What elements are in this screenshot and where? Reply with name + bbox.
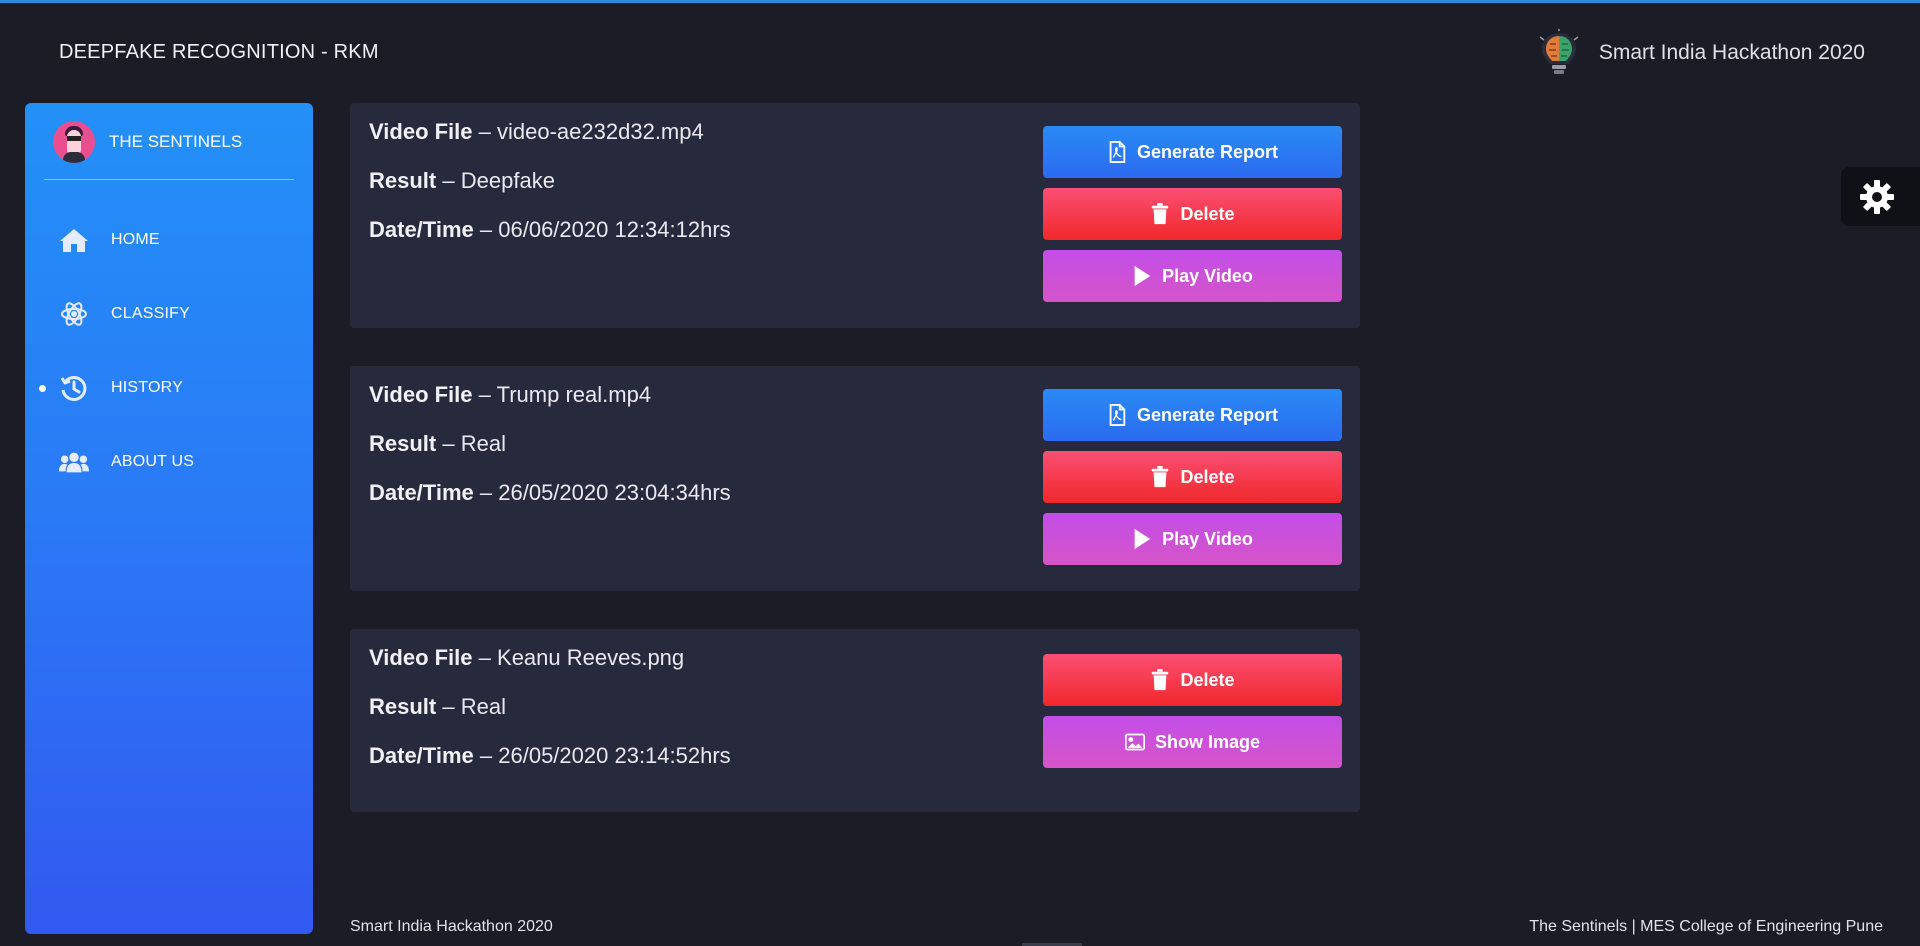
separator: – — [478, 119, 491, 144]
record-info: Video File – Trump real.mp4 Result – Rea… — [369, 382, 731, 529]
generate-report-button[interactable]: Generate Report — [1043, 389, 1342, 441]
sidebar-item-classify[interactable]: CLASSIFY — [25, 277, 313, 351]
top-navbar: DEEPFAKE RECOGNITION - RKM Smart India H… — [0, 3, 1920, 99]
button-label: Delete — [1180, 203, 1235, 224]
datetime-label: Date/Time — [369, 480, 474, 505]
users-icon — [59, 447, 89, 477]
record-actions: Delete Show Image — [1043, 654, 1342, 778]
datetime-line: Date/Time – 26/05/2020 23:14:52hrs — [369, 743, 731, 770]
video-file-label: Video File — [369, 382, 473, 407]
history-card: Video File – Keanu Reeves.png Result – R… — [350, 629, 1360, 812]
separator: – — [479, 480, 493, 505]
pdf-file-icon — [1109, 141, 1126, 163]
datetime-value: 26/05/2020 23:14:52hrs — [498, 743, 731, 768]
image-icon — [1124, 733, 1145, 751]
play-video-button[interactable]: Play Video — [1043, 250, 1342, 302]
hackathon-title: Smart India Hackathon 2020 — [1598, 41, 1865, 64]
video-file-value: Trump real.mp4 — [496, 382, 652, 407]
datetime-line: Date/Time – 06/06/2020 12:34:12hrs — [369, 217, 731, 244]
button-label: Play Video — [1162, 265, 1253, 286]
sidebar-item-label: ABOUT US — [111, 453, 195, 470]
delete-button[interactable]: Delete — [1043, 654, 1342, 706]
video-file-label: Video File — [369, 645, 473, 670]
result-label: Result — [369, 694, 437, 719]
hackathon-badge: Smart India Hackathon 2020 — [1537, 29, 1865, 77]
separator: – — [442, 431, 455, 456]
home-icon — [59, 225, 89, 255]
generate-report-button[interactable]: Generate Report — [1043, 126, 1342, 178]
button-label: Play Video — [1162, 528, 1253, 549]
result-label: Result — [369, 431, 437, 456]
separator: – — [442, 694, 455, 719]
play-icon — [1134, 265, 1151, 287]
result-label: Result — [369, 168, 437, 193]
button-label: Generate Report — [1136, 141, 1279, 162]
pdf-file-icon — [1109, 404, 1126, 426]
sidebar: THE SENTINELS HOME CLASSIFY HISTORY ABOU… — [25, 103, 313, 934]
datetime-line: Date/Time – 26/05/2020 23:04:34hrs — [369, 480, 731, 507]
footer-left-text: Smart India Hackathon 2020 — [350, 918, 553, 935]
video-file-label: Video File — [369, 119, 473, 144]
active-indicator-dot — [39, 384, 46, 392]
atom-icon — [59, 299, 89, 329]
brand-link[interactable]: DEEPFAKE RECOGNITION - RKM — [59, 41, 379, 64]
brain-bulb-icon — [1539, 29, 1579, 74]
trash-icon — [1152, 466, 1169, 488]
separator: – — [478, 382, 491, 407]
play-video-button[interactable]: Play Video — [1043, 513, 1342, 565]
sidebar-item-label: HOME — [111, 231, 160, 248]
result-value: Deepfake — [460, 168, 555, 193]
gear-icon — [1860, 179, 1894, 214]
footer-right-text: The Sentinels | MES College of Engineeri… — [1529, 918, 1883, 935]
record-actions: Generate Report Delete Play Video — [1043, 389, 1342, 575]
video-file-line: Video File – Trump real.mp4 — [369, 382, 731, 409]
trash-icon — [1152, 669, 1169, 691]
history-card: Video File – video-ae232d32.mp4 Result –… — [350, 103, 1360, 328]
sidebar-item-history[interactable]: HISTORY — [25, 351, 313, 425]
button-label: Show Image — [1154, 731, 1261, 752]
sidebar-item-label: HISTORY — [111, 379, 183, 396]
trash-icon — [1152, 203, 1169, 225]
sidebar-item-about-us[interactable]: ABOUT US — [25, 425, 313, 499]
separator: – — [479, 217, 493, 242]
record-info: Video File – video-ae232d32.mp4 Result –… — [369, 119, 731, 266]
button-label: Delete — [1180, 466, 1235, 487]
separator: – — [478, 645, 491, 670]
show-image-button[interactable]: Show Image — [1043, 716, 1342, 768]
sidebar-divider — [44, 179, 294, 180]
result-value: Real — [460, 694, 506, 719]
settings-toggle[interactable] — [1841, 167, 1920, 226]
video-file-value: Keanu Reeves.png — [497, 645, 685, 670]
record-actions: Generate Report Delete Play Video — [1043, 126, 1342, 312]
separator: – — [442, 168, 455, 193]
datetime-value: 26/05/2020 23:04:34hrs — [498, 480, 731, 505]
delete-button[interactable]: Delete — [1043, 451, 1342, 503]
delete-button[interactable]: Delete — [1043, 188, 1342, 240]
separator: – — [479, 743, 493, 768]
profile-name: THE SENTINELS — [109, 132, 243, 151]
result-line: Result – Real — [369, 431, 731, 458]
record-info: Video File – Keanu Reeves.png Result – R… — [369, 645, 731, 792]
play-icon — [1134, 528, 1151, 550]
history-card: Video File – Trump real.mp4 Result – Rea… — [350, 366, 1360, 591]
datetime-value: 06/06/2020 12:34:12hrs — [498, 217, 731, 242]
video-file-line: Video File – Keanu Reeves.png — [369, 645, 731, 672]
video-file-line: Video File – video-ae232d32.mp4 — [369, 119, 731, 146]
button-label: Generate Report — [1136, 404, 1279, 425]
result-line: Result – Deepfake — [369, 168, 731, 195]
sidebar-nav: HOME CLASSIFY HISTORY ABOUT US — [25, 203, 313, 499]
sidebar-profile[interactable]: THE SENTINELS — [53, 121, 242, 163]
result-value: Real — [460, 431, 506, 456]
datetime-label: Date/Time — [369, 743, 474, 768]
sidebar-item-home[interactable]: HOME — [25, 203, 313, 277]
sidebar-item-label: CLASSIFY — [111, 305, 190, 322]
video-file-value: video-ae232d32.mp4 — [497, 119, 704, 144]
button-label: Delete — [1180, 669, 1235, 690]
history-icon — [59, 373, 89, 403]
result-line: Result – Real — [369, 694, 731, 721]
avatar — [53, 121, 95, 163]
datetime-label: Date/Time — [369, 217, 474, 242]
